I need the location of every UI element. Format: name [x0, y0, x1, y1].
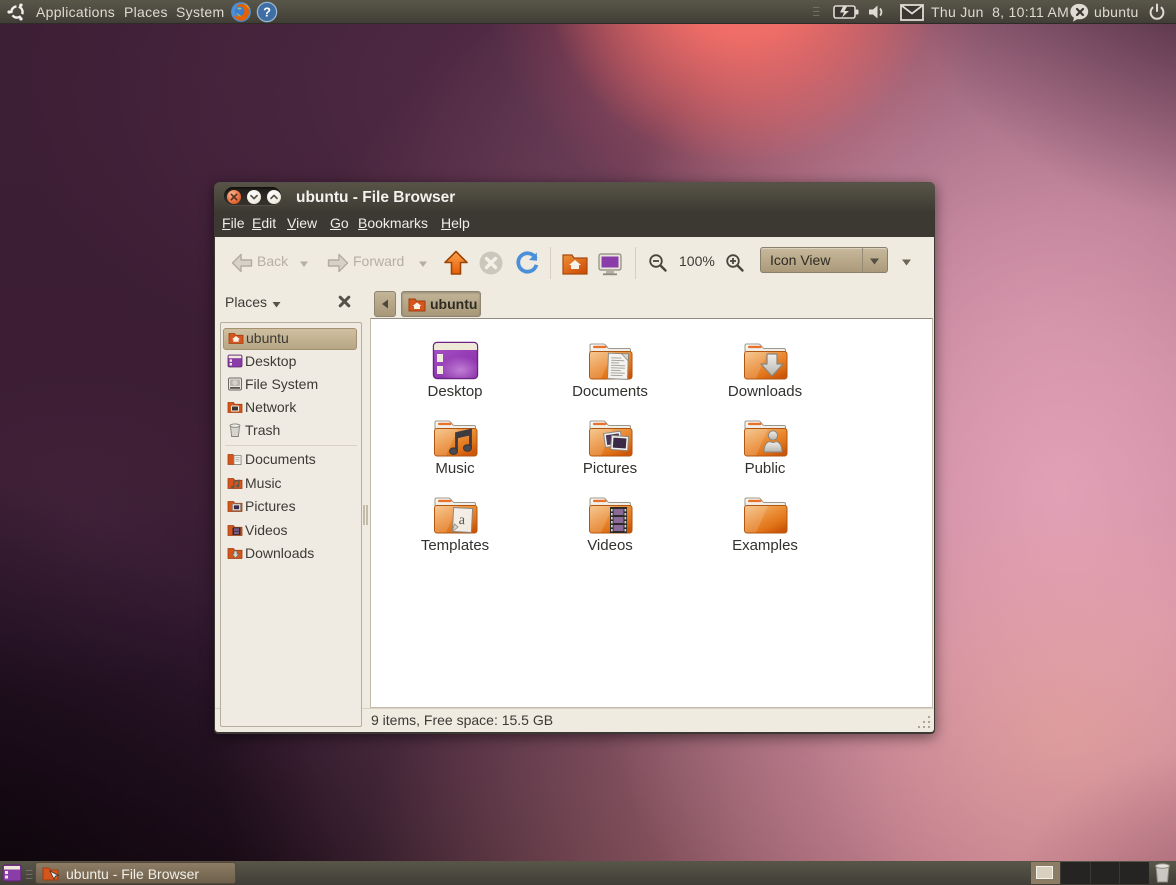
- svg-text:?: ?: [263, 5, 271, 20]
